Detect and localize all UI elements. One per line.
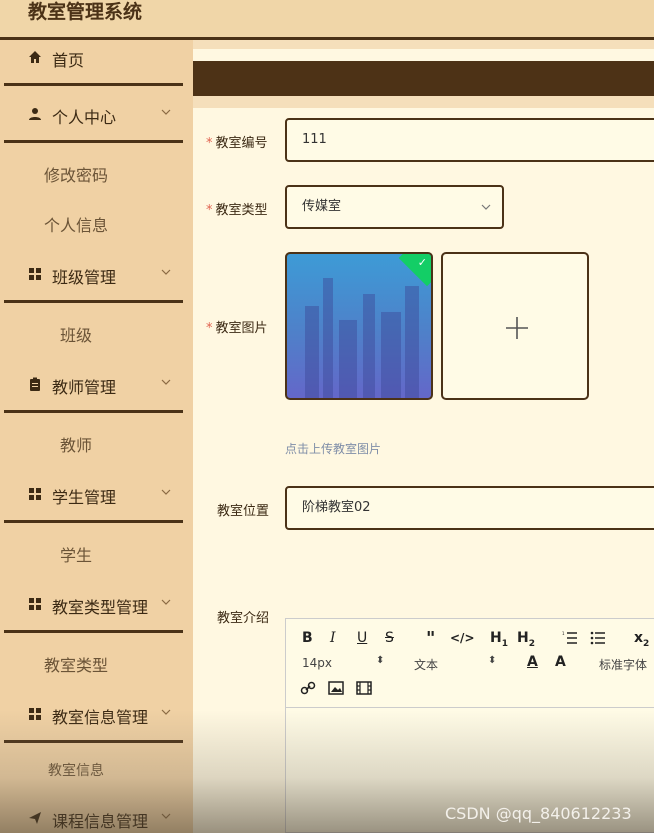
room-location-input[interactable]: 阶梯教室02 — [285, 486, 654, 530]
room-type-select[interactable]: 传媒室 — [285, 185, 504, 229]
svg-text:1: 1 — [562, 631, 565, 636]
required-mark: * — [206, 203, 213, 218]
divider — [4, 740, 183, 743]
chevron-down-icon — [161, 813, 171, 819]
divider — [4, 83, 183, 86]
grid-icon — [29, 268, 41, 280]
block-type-chevron-icon: ⬍ — [488, 655, 497, 666]
ordered-list-icon[interactable]: 1 — [562, 631, 578, 645]
user-icon — [29, 108, 41, 120]
grid-icon — [29, 598, 41, 610]
link-icon[interactable] — [300, 680, 316, 696]
sidebar-item-course-info-management[interactable]: 课程信息管理 — [0, 801, 193, 833]
grid-icon — [29, 488, 41, 500]
chevron-down-icon — [161, 109, 171, 115]
room-image-label: * 教室图片 — [206, 321, 268, 336]
divider — [4, 300, 183, 303]
sidebar-item-home[interactable]: 首页 — [0, 40, 193, 76]
chevron-down-icon — [161, 269, 171, 275]
home-icon — [29, 51, 41, 63]
video-icon[interactable] — [356, 681, 372, 695]
sidebar-item-teacher-management[interactable]: 教师管理 — [0, 367, 193, 403]
sidebar-subitem-personal-info[interactable]: 个人信息 — [44, 212, 108, 236]
background-color-button[interactable]: A — [555, 654, 566, 670]
sidebar-item-label: 首页 — [52, 51, 85, 70]
quote-button[interactable]: " — [426, 628, 435, 649]
sidebar-item-student-management[interactable]: 学生管理 — [0, 477, 193, 513]
main-content: * 教室编号 111 * 教室类型 传媒室 * 教室图片 ✓ 点击上传教室图片 教室位… — [193, 40, 654, 833]
chevron-down-icon — [161, 709, 171, 715]
block-type-select[interactable]: 文本 — [414, 656, 438, 673]
divider — [4, 410, 183, 413]
divider — [4, 630, 183, 633]
upload-success-badge — [398, 254, 431, 287]
sidebar-item-personal-center[interactable]: 个人中心 — [0, 97, 193, 133]
required-mark: * — [206, 321, 213, 336]
bullet-list-icon[interactable] — [590, 631, 606, 645]
sidebar-item-label: 教室信息管理 — [52, 708, 149, 727]
chevron-down-icon — [481, 204, 491, 210]
code-button[interactable]: </> — [450, 631, 475, 645]
sidebar-item-room-info-management[interactable]: 教室信息管理 — [0, 697, 193, 733]
chevron-down-icon — [161, 379, 171, 385]
room-type-label: * 教室类型 — [206, 203, 268, 218]
sidebar-subitem-change-password[interactable]: 修改密码 — [44, 162, 108, 186]
strike-button[interactable]: S — [385, 630, 394, 646]
sidebar-item-label: 教室类型管理 — [52, 598, 149, 617]
divider — [4, 520, 183, 523]
sidebar: 首页 个人中心 修改密码 个人信息 班级管理 班级 教师管理 教师 学生管理 学… — [0, 40, 193, 833]
sidebar-subitem-room-info[interactable]: 教室信息 — [48, 760, 104, 780]
breadcrumb-bar — [193, 61, 654, 96]
required-mark: * — [206, 136, 213, 151]
upload-add-button[interactable] — [441, 252, 589, 400]
sidebar-subitem-teacher[interactable]: 教师 — [60, 432, 92, 456]
chevron-down-icon — [161, 599, 171, 605]
top-strip — [193, 40, 654, 49]
sidebar-item-room-type-management[interactable]: 教室类型管理 — [0, 587, 193, 623]
font-color-button[interactable]: A — [527, 654, 538, 670]
heading2-button[interactable]: H2 — [517, 630, 535, 649]
italic-button[interactable]: I — [330, 630, 336, 646]
room-location-label: 教室位置 — [217, 504, 270, 519]
font-size-select[interactable]: 14px — [302, 656, 332, 670]
room-intro-label: 教室介绍 — [217, 611, 270, 626]
top-strip — [193, 49, 654, 58]
room-no-label: * 教室编号 — [206, 136, 268, 151]
sidebar-subitem-room-type[interactable]: 教室类型 — [44, 652, 108, 676]
clipboard-icon — [30, 377, 40, 391]
sidebar-item-label: 个人中心 — [52, 108, 117, 127]
underline-button[interactable]: U — [357, 630, 367, 646]
heading1-button[interactable]: H1 — [490, 630, 508, 649]
editor-toolbar-divider — [286, 707, 654, 708]
sidebar-subitem-class[interactable]: 班级 — [60, 322, 92, 346]
sidebar-item-class-management[interactable]: 班级管理 — [0, 257, 193, 293]
room-type-value: 传媒室 — [302, 199, 342, 214]
app-header: 教室管理系统 — [0, 0, 654, 40]
sidebar-item-label: 学生管理 — [52, 488, 117, 507]
chevron-down-icon — [161, 489, 171, 495]
font-family-select[interactable]: 标准字体 — [599, 656, 647, 673]
plus-icon — [506, 317, 528, 339]
upload-hint: 点击上传教室图片 — [285, 442, 382, 456]
sidebar-subitem-student[interactable]: 学生 — [60, 542, 92, 566]
image-icon[interactable] — [328, 681, 344, 695]
csdn-watermark: CSDN @qq_840612233 — [445, 804, 632, 823]
bar-border — [193, 96, 654, 108]
subscript-button[interactable]: x2 — [634, 630, 649, 649]
font-size-chevron-icon: ⬍ — [376, 655, 385, 666]
uploaded-image-thumbnail[interactable]: ✓ — [285, 252, 433, 400]
app-title: 教室管理系统 — [28, 1, 143, 23]
sidebar-item-label: 教师管理 — [52, 378, 117, 397]
send-icon — [29, 812, 41, 824]
grid-icon — [29, 708, 41, 720]
room-no-input[interactable]: 111 — [285, 118, 654, 162]
sidebar-item-label: 课程信息管理 — [52, 812, 149, 831]
rich-text-editor: B I U S " </> H1 H2 1 x2 14px ⬍ 文本 ⬍ A A… — [285, 618, 654, 833]
bold-button[interactable]: B — [302, 630, 313, 646]
check-icon: ✓ — [417, 256, 427, 269]
divider — [4, 140, 183, 143]
sidebar-item-label: 班级管理 — [52, 268, 117, 287]
